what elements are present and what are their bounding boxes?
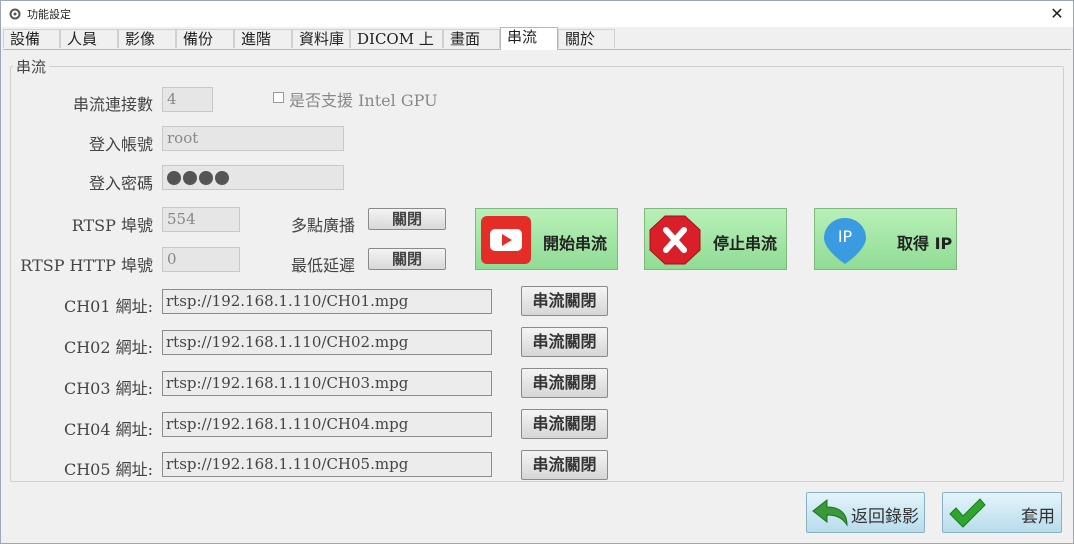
connections-field[interactable]: 4 (162, 87, 213, 112)
ip-location-pin-icon: IP (824, 218, 866, 264)
window-title: 功能設定 (27, 8, 71, 21)
password-mask-dot (215, 171, 229, 185)
account-label: 登入帳號 (88, 135, 153, 154)
settings-gear-icon (9, 8, 21, 20)
tab-about[interactable]: 關於 (558, 29, 615, 48)
get-ip-button[interactable]: IP 取得 IP (814, 208, 957, 270)
low-latency-label: 最低延遲 (291, 256, 356, 275)
account-field[interactable]: root (162, 126, 344, 151)
tab-personnel[interactable]: 人員 (60, 29, 118, 48)
tab-backup[interactable]: 備份 (176, 29, 234, 48)
ch03-stream-toggle-button[interactable]: 串流關閉 (521, 368, 608, 398)
close-button[interactable]: ✕ (1047, 4, 1067, 24)
password-mask-dot (167, 171, 181, 185)
low-latency-toggle-button[interactable]: 關閉 (368, 248, 446, 270)
ch05-url-field[interactable]: rtsp://192.168.1.110/CH05.mpg (162, 452, 492, 477)
multicast-toggle-button[interactable]: 關閉 (368, 208, 446, 230)
youtube-play-icon (481, 216, 531, 264)
password-field[interactable] (162, 165, 344, 190)
checkmark-icon (949, 498, 986, 528)
back-to-recording-button[interactable]: 返回錄影 (806, 492, 925, 533)
rtsp-http-port-field[interactable]: 0 (162, 247, 240, 272)
ch02-stream-toggle-button[interactable]: 串流關閉 (521, 327, 608, 357)
ch05-label: CH05 網址: (63, 460, 153, 479)
tab-device[interactable]: 設備 (3, 29, 60, 48)
ch04-stream-toggle-button[interactable]: 串流關閉 (521, 409, 608, 439)
back-to-recording-label: 返回錄影 (851, 507, 919, 527)
ch01-stream-toggle-button[interactable]: 串流關閉 (521, 286, 608, 316)
password-mask (167, 169, 231, 191)
tab-advanced[interactable]: 進階 (234, 29, 292, 48)
rtsp-port-field[interactable]: 554 (162, 207, 240, 232)
password-mask-dot (183, 171, 197, 185)
tab-strip: 設備 人員 影像 備份 進階 資料庫 DICOM 上傳 畫面 串流 關於 (3, 27, 1071, 67)
ch01-label: CH01 網址: (63, 297, 153, 316)
ch04-url-field[interactable]: rtsp://192.168.1.110/CH04.mpg (162, 412, 492, 437)
tab-dicom-upload[interactable]: DICOM 上傳 (350, 29, 443, 67)
title-bar: 功能設定 ✕ (1, 1, 1073, 27)
start-stream-button[interactable]: 開始串流 (475, 208, 618, 270)
settings-window: 功能設定 ✕ 設備 人員 影像 備份 進階 資料庫 DICOM 上傳 畫面 串流… (0, 0, 1074, 544)
apply-label: 套用 (1021, 507, 1055, 527)
ch02-label: CH02 網址: (63, 338, 153, 357)
stop-stream-button[interactable]: 停止串流 (644, 208, 787, 270)
ch04-label: CH04 網址: (63, 420, 153, 439)
group-label: 串流 (13, 56, 50, 77)
intel-gpu-checkbox[interactable] (273, 92, 284, 103)
stop-octagon-icon (649, 215, 701, 265)
apply-button[interactable]: 套用 (942, 492, 1062, 533)
tab-database[interactable]: 資料庫 (292, 29, 350, 48)
multicast-label: 多點廣播 (291, 216, 356, 235)
back-arrow-icon (812, 498, 848, 527)
ch02-url-field[interactable]: rtsp://192.168.1.110/CH02.mpg (162, 330, 492, 355)
rtsp-http-port-label: RTSP HTTP 埠號 (20, 256, 153, 275)
tab-screen[interactable]: 畫面 (443, 29, 500, 48)
stop-stream-label: 停止串流 (713, 234, 778, 253)
get-ip-label: 取得 IP (897, 234, 953, 253)
connections-label: 串流連接數 (72, 95, 153, 114)
password-mask-dot (199, 171, 213, 185)
start-stream-label: 開始串流 (543, 234, 608, 253)
intel-gpu-label: 是否支援 Intel GPU (289, 91, 438, 110)
ch03-label: CH03 網址: (63, 379, 153, 398)
rtsp-port-label: RTSP 埠號 (71, 216, 153, 235)
ch03-url-field[interactable]: rtsp://192.168.1.110/CH03.mpg (162, 371, 492, 396)
password-label: 登入密碼 (88, 174, 153, 193)
tab-image[interactable]: 影像 (118, 29, 176, 48)
ch01-url-field[interactable]: rtsp://192.168.1.110/CH01.mpg (162, 289, 492, 314)
ch05-stream-toggle-button[interactable]: 串流關閉 (521, 450, 608, 480)
tab-streaming[interactable]: 串流 (500, 27, 558, 50)
ip-icon-text: IP (838, 227, 853, 246)
